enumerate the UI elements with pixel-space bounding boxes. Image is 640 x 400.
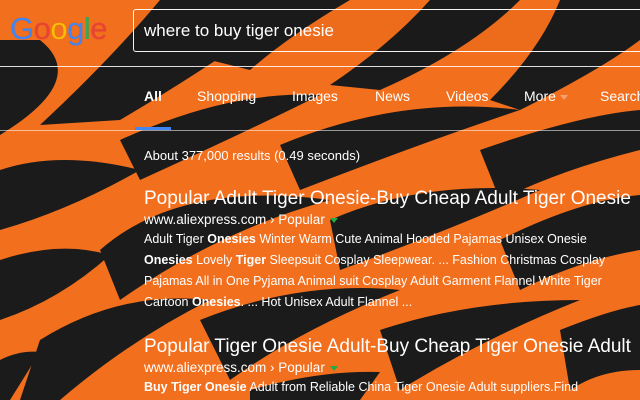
snippet-text: Winter Warm Cute Animal Hooded Pajamas U…: [255, 232, 587, 246]
snippet-keyword: Buy Tiger Onesie: [144, 380, 247, 394]
tab-videos[interactable]: Videos: [446, 88, 489, 104]
caret-down-icon[interactable]: [329, 365, 338, 371]
result-url: www.aliexpress.com › Popular: [144, 359, 640, 377]
snippet-text: Cartoon: [144, 295, 192, 309]
result-title-link[interactable]: Popular Adult Tiger Onesie-Buy Cheap Adu…: [144, 188, 640, 210]
tab-shopping[interactable]: Shopping: [197, 88, 256, 104]
snippet-keyword: Onesies: [144, 253, 193, 267]
logo-letter: o: [50, 11, 68, 46]
caret-down-icon[interactable]: [329, 217, 338, 223]
snippet-line: Buy Tiger Onesie Adult from Reliable Chi…: [144, 377, 640, 398]
search-input[interactable]: where to buy tiger onesie: [144, 21, 334, 41]
caret-down-icon: [559, 94, 568, 100]
tab-search-tools[interactable]: Search: [600, 88, 640, 104]
logo-letter: o: [33, 11, 51, 46]
search-result: Popular Adult Tiger Onesie-Buy Cheap Adu…: [144, 188, 640, 313]
snippet-text: Sleepsuit Cosplay Sleepwear. ... Fashion…: [266, 253, 606, 267]
header-divider: [0, 66, 640, 67]
logo-letter: g: [67, 11, 84, 46]
logo-letter: G: [10, 11, 34, 46]
search-box[interactable]: where to buy tiger onesie: [133, 9, 640, 52]
result-url: www.aliexpress.com › Popular: [144, 211, 640, 229]
search-result: Popular Tiger Onesie Adult-Buy Cheap Tig…: [144, 336, 640, 398]
tab-more-label: More: [524, 88, 556, 104]
snippet-text: Adult from Reliable China Tiger Onesie A…: [246, 380, 579, 394]
snippet-line: Onesies Lovely Tiger Sleepsuit Cosplay S…: [144, 250, 640, 271]
snippet-keyword: Tiger: [235, 253, 267, 267]
snippet-text: . ... Hot Unisex Adult Flannel ...: [240, 295, 413, 309]
google-search-page: Google where to buy tiger onesie All Sho…: [0, 0, 640, 400]
result-title-link[interactable]: Popular Tiger Onesie Adult-Buy Cheap Tig…: [144, 336, 640, 358]
tab-images[interactable]: Images: [292, 88, 338, 104]
result-snippet: Buy Tiger Onesie Adult from Reliable Chi…: [144, 377, 640, 398]
google-logo[interactable]: Google: [10, 11, 108, 46]
snippet-text: Lovely: [192, 253, 236, 267]
snippet-line: Adult Tiger Onesies Winter Warm Cute Ani…: [144, 229, 640, 250]
tabs-divider: [0, 130, 640, 131]
result-stats: About 377,000 results (0.49 seconds): [144, 148, 361, 163]
tab-all[interactable]: All: [144, 88, 162, 104]
logo-letter: e: [90, 11, 108, 46]
tab-more[interactable]: More: [524, 88, 568, 104]
snippet-line: Cartoon Onesies. ... Hot Unisex Adult Fl…: [144, 292, 640, 313]
tab-news[interactable]: News: [375, 88, 410, 104]
result-url-text: www.aliexpress.com › Popular: [144, 212, 325, 227]
snippet-text: Adult Tiger: [144, 232, 208, 246]
result-url-text: www.aliexpress.com › Popular: [144, 360, 325, 375]
snippet-keyword: Onesies: [191, 295, 241, 309]
snippet-text: Pajamas All in One Pyjama Animal suit Co…: [144, 274, 602, 288]
search-tabs: All Shopping Images News Videos More Sea…: [0, 88, 640, 108]
result-snippet: Adult Tiger Onesies Winter Warm Cute Ani…: [144, 229, 640, 313]
snippet-keyword: Onesies: [207, 232, 256, 246]
snippet-line: Pajamas All in One Pyjama Animal suit Co…: [144, 271, 640, 292]
